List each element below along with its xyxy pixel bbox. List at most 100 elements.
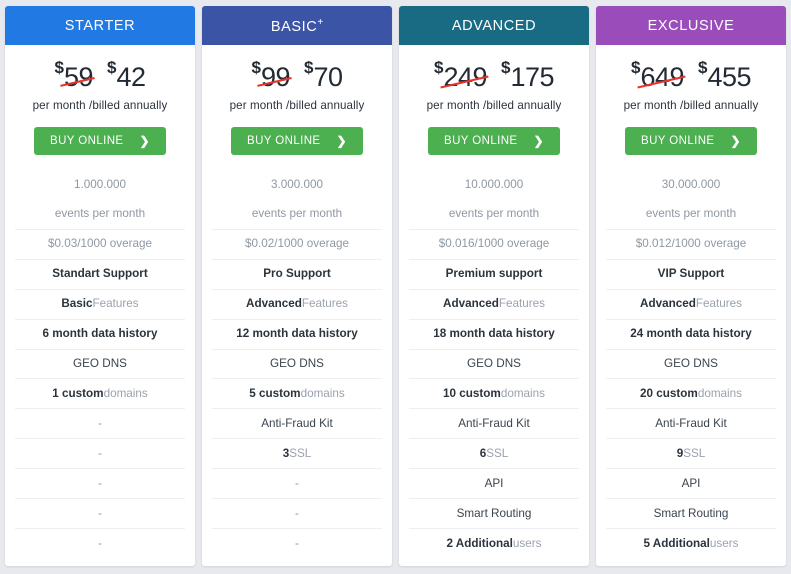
feature-text-strong: 5 custom xyxy=(249,386,301,400)
feature-row-empty: - xyxy=(15,528,185,558)
events-count: 1.000.000 xyxy=(74,178,126,192)
feature-row-empty: - xyxy=(212,468,382,498)
feature-dash: - xyxy=(295,476,299,490)
billing-note: per month /billed annually xyxy=(229,99,365,112)
feature-text-dim: domains xyxy=(697,386,742,400)
feature-text-dim: users xyxy=(709,536,739,550)
new-price: $455 xyxy=(698,59,752,91)
chevron-right-icon: ❯ xyxy=(336,134,347,148)
new-price: $175 xyxy=(501,59,555,91)
old-price: $59 xyxy=(54,58,95,91)
old-price: $99 xyxy=(251,58,292,91)
billing-note: per month /billed annually xyxy=(32,99,168,112)
buy-online-label: BUY ONLINE xyxy=(247,135,321,147)
plan-title: ADVANCED xyxy=(451,17,537,34)
feature-text-dim: Features xyxy=(695,297,742,311)
feature-row: API xyxy=(409,468,579,498)
feature-text: Smart Routing xyxy=(456,506,532,520)
feature-text-strong: 18 month data history xyxy=(433,327,555,341)
feature-row: Anti-Fraud Kit xyxy=(606,408,776,438)
feature-row: 9 SSL xyxy=(606,438,776,468)
chevron-right-icon: ❯ xyxy=(533,134,544,148)
feature-text-dim: SSL xyxy=(486,446,509,460)
feature-text-strong: 20 custom xyxy=(640,386,698,400)
plan-header: STARTER xyxy=(5,6,195,45)
buy-online-button[interactable]: BUY ONLINE ❯ xyxy=(231,127,363,155)
feature-row-empty: - xyxy=(15,408,185,438)
feature-text: GEO DNS xyxy=(73,356,127,370)
new-price: $42 xyxy=(107,59,146,91)
price-line: $99 $70 xyxy=(208,59,386,93)
feature-text-strong: VIP Support xyxy=(657,267,725,281)
price-block: $99 $70 per month /billed annually xyxy=(202,45,392,112)
feature-text-dim: SSL xyxy=(683,446,706,460)
feature-text-strong: 6 month data history xyxy=(42,327,158,341)
feature-row: Anti-Fraud Kit xyxy=(409,408,579,438)
feature-row-empty: - xyxy=(15,438,185,468)
old-price: $249 xyxy=(434,59,489,91)
feature-text: $0.016/1000 overage xyxy=(438,237,550,251)
billing-note: per month /billed annually xyxy=(623,99,759,112)
feature-text: $0.03/1000 overage xyxy=(48,237,152,251)
feature-dash: - xyxy=(295,536,299,550)
feature-text-dim: Features xyxy=(301,297,348,311)
feature-row: Premium support xyxy=(409,258,579,289)
feature-row: 18 month data history xyxy=(409,318,579,349)
currency-symbol: $ xyxy=(54,58,64,77)
feature-text: Anti-Fraud Kit xyxy=(261,416,333,430)
buy-online-label: BUY ONLINE xyxy=(641,135,715,147)
feature-row: GEO DNS xyxy=(606,348,776,379)
feature-text: Smart Routing xyxy=(653,506,729,520)
feature-row-empty: - xyxy=(15,498,185,528)
feature-text: $0.02/1000 overage xyxy=(245,237,349,251)
price-line: $59 $42 xyxy=(11,59,189,93)
plan-body: $249 $175 per month /billed annually BUY ON… xyxy=(399,45,589,566)
feature-row: 20 custom domains xyxy=(606,378,776,408)
buy-online-label: BUY ONLINE xyxy=(50,135,124,147)
feature-row: 10 custom domains xyxy=(409,378,579,408)
plan-title: EXCLUSIVE xyxy=(647,17,735,34)
feature-row: GEO DNS xyxy=(409,348,579,379)
feature-text-strong: 24 month data history xyxy=(630,327,752,341)
feature-row: 24 month data history xyxy=(606,318,776,349)
chevron-right-icon: ❯ xyxy=(730,134,741,148)
plan-card: BASIC+ $99 $70 per month /billed annually BU… xyxy=(202,6,392,566)
feature-row: $0.03/1000 overage xyxy=(15,228,185,259)
events-count: 3.000.000 xyxy=(271,178,323,192)
feature-text: Anti-Fraud Kit xyxy=(655,416,727,430)
plan-title: STARTER xyxy=(64,17,136,34)
plan-card: EXCLUSIVE $649 $455 per month /billed annua… xyxy=(596,6,786,566)
pricing-table: STARTER $59 $42 per month /billed annually B… xyxy=(0,0,791,574)
plan-card: STARTER $59 $42 per month /billed annually B… xyxy=(5,6,195,566)
buy-online-button[interactable]: BUY ONLINE ❯ xyxy=(428,127,560,155)
feature-row: $0.016/1000 overage xyxy=(409,228,579,259)
plan-title: BASIC+ xyxy=(270,16,324,35)
feature-row: Smart Routing xyxy=(409,498,579,528)
events-label: events per month xyxy=(645,207,737,221)
feature-text: API xyxy=(484,476,504,490)
feature-row: VIP Support xyxy=(606,258,776,289)
feature-text-dim: domains xyxy=(500,386,545,400)
buy-button-wrapper: BUY ONLINE ❯ xyxy=(5,112,195,171)
plan-body: $59 $42 per month /billed annually BUY ONLI… xyxy=(5,45,195,566)
plan-header: BASIC+ xyxy=(202,6,392,45)
buy-online-button[interactable]: BUY ONLINE ❯ xyxy=(34,127,166,155)
events-label: events per month xyxy=(448,207,540,221)
feature-list: 30.000.000 events per month $0.012/1000 ov… xyxy=(596,171,786,566)
feature-row: API xyxy=(606,468,776,498)
price-line: $249 $175 xyxy=(405,59,583,93)
currency-symbol: $ xyxy=(251,58,261,77)
feature-row: Anti-Fraud Kit xyxy=(212,408,382,438)
feature-row: Basic Features xyxy=(15,288,185,319)
feature-text-strong: 5 Additional xyxy=(643,536,710,550)
feature-text-strong: Advanced xyxy=(246,297,302,311)
chevron-right-icon: ❯ xyxy=(139,134,150,148)
feature-row: 2 Additional users xyxy=(409,528,579,558)
buy-online-button[interactable]: BUY ONLINE ❯ xyxy=(625,127,757,155)
buy-button-wrapper: BUY ONLINE ❯ xyxy=(596,112,786,171)
feature-text-strong: 12 month data history xyxy=(236,327,358,341)
feature-row: 12 month data history xyxy=(212,318,382,349)
price-line: $649 $455 xyxy=(602,59,780,93)
events-label: events per month xyxy=(54,207,146,221)
feature-text: GEO DNS xyxy=(270,356,324,370)
